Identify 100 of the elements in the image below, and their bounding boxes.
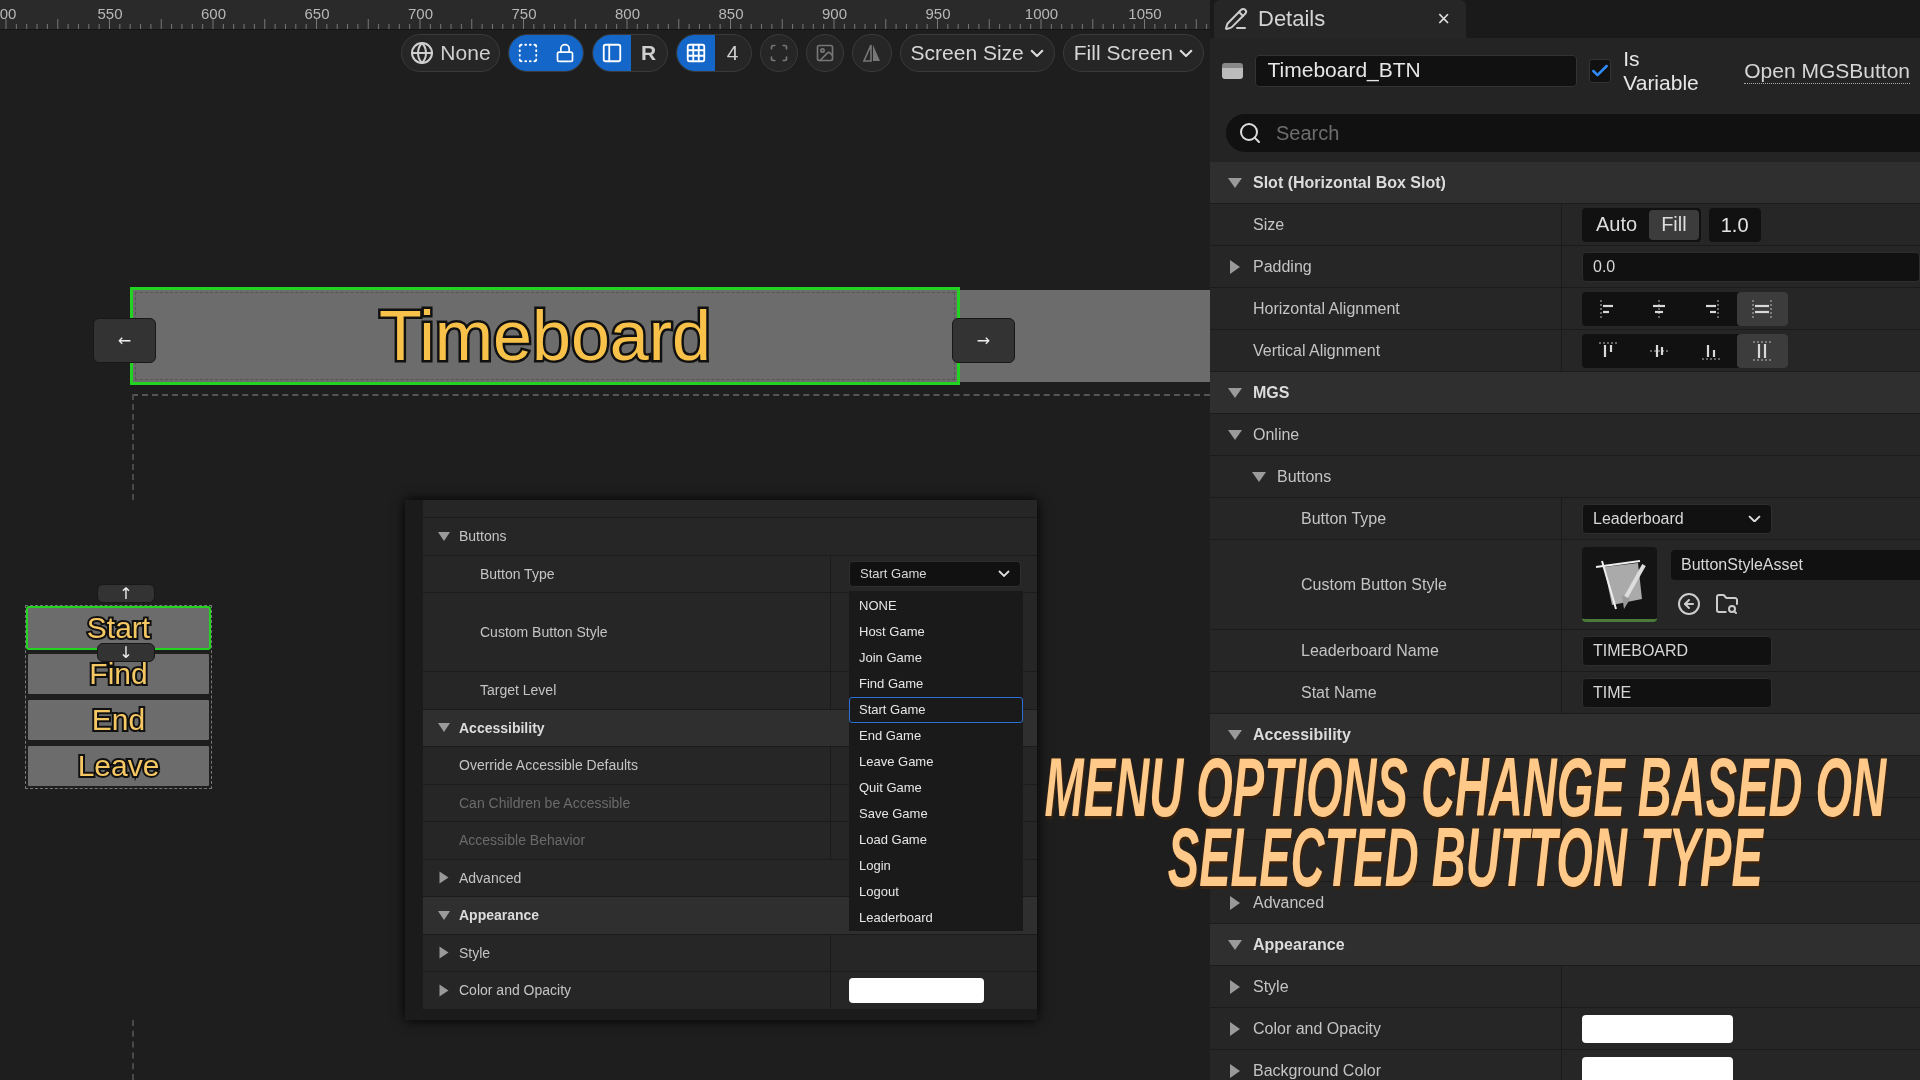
size-option[interactable]: Auto bbox=[1584, 209, 1650, 240]
grid-size-button[interactable]: 4 bbox=[714, 35, 751, 71]
search-field[interactable]: Search bbox=[1226, 114, 1920, 152]
property-label: Can Children be Accessible bbox=[459, 794, 631, 811]
dropdown-option[interactable]: Logout bbox=[849, 878, 1023, 905]
size-option[interactable]: Fill bbox=[1649, 209, 1699, 240]
color-swatch[interactable] bbox=[1582, 1014, 1733, 1043]
close-button[interactable]: × bbox=[1431, 6, 1456, 32]
browse-icon[interactable] bbox=[1715, 592, 1739, 616]
dropdown-option[interactable]: Leave Game bbox=[849, 748, 1023, 775]
section-header: Advanced bbox=[1253, 893, 1325, 912]
collapse-arrow-icon[interactable] bbox=[438, 723, 450, 733]
checkbox[interactable] bbox=[1588, 59, 1612, 83]
dropdown-option[interactable]: Save Game bbox=[849, 800, 1023, 827]
globe-icon bbox=[410, 41, 435, 65]
asset-name-field[interactable]: ButtonStyleAsset bbox=[1671, 550, 1920, 580]
tool-button[interactable] bbox=[546, 35, 583, 71]
dropdown-option[interactable]: Start Game bbox=[849, 696, 1023, 723]
property-label: Custom Button Style bbox=[1301, 575, 1447, 594]
fill-value-field[interactable]: 1.0 bbox=[1708, 207, 1761, 242]
collapse-arrow-icon[interactable] bbox=[1228, 429, 1242, 440]
collapse-arrow-icon[interactable] bbox=[1228, 939, 1242, 950]
dropdown-option[interactable]: Leaderboard bbox=[849, 904, 1023, 931]
dropdown-option[interactable]: NONE bbox=[849, 592, 1023, 619]
fill-width-icon bbox=[1751, 298, 1774, 319]
text-field[interactable]: TIME bbox=[1582, 677, 1772, 708]
dropdown-option[interactable]: End Game bbox=[849, 722, 1023, 749]
section-header: Advanced bbox=[459, 869, 522, 886]
expand-arrow-icon[interactable] bbox=[439, 946, 449, 959]
alignment-button[interactable] bbox=[1736, 333, 1788, 368]
property-label: Button Type bbox=[480, 565, 555, 582]
use-selected-icon[interactable] bbox=[1677, 592, 1701, 616]
property-label: Custom Button Style bbox=[480, 624, 608, 640]
collapse-arrow-icon[interactable] bbox=[1252, 471, 1266, 482]
alignment-button[interactable] bbox=[1736, 291, 1788, 326]
text-field[interactable]: 0.0 bbox=[1582, 251, 1920, 282]
ruler-label: 550 bbox=[97, 5, 123, 22]
tool-button[interactable]: R bbox=[630, 35, 667, 71]
fit-icon bbox=[768, 43, 789, 63]
fill-mode-dropdown[interactable]: Fill Screen bbox=[1062, 34, 1204, 72]
tab-title: Details bbox=[1258, 6, 1327, 32]
move-left-button[interactable]: ← bbox=[93, 318, 156, 363]
grid-snap-button[interactable] bbox=[676, 35, 715, 71]
collapse-arrow-icon[interactable] bbox=[1228, 387, 1242, 398]
dropdown-option[interactable]: Login bbox=[849, 852, 1023, 879]
expand-arrow-icon[interactable] bbox=[1230, 895, 1240, 910]
move-right-button[interactable]: → bbox=[952, 318, 1015, 363]
open-link[interactable]: Open MGSButton bbox=[1744, 58, 1910, 84]
asset-thumbnail[interactable] bbox=[1582, 547, 1657, 622]
marquee-select-icon bbox=[516, 42, 539, 64]
ruler-label: 850 bbox=[718, 5, 744, 22]
expand-arrow-icon[interactable] bbox=[1230, 1021, 1240, 1036]
section-header: Accessibility bbox=[1253, 725, 1351, 744]
expand-arrow-icon[interactable] bbox=[1230, 259, 1240, 274]
widget-name-field[interactable]: Timeboard_BTN bbox=[1254, 55, 1577, 87]
search-input[interactable]: Search bbox=[1274, 120, 1920, 146]
section-header: MGS bbox=[1253, 383, 1290, 402]
checkbox-label: Is Variable bbox=[1623, 47, 1700, 95]
move-down-button[interactable]: ↓ bbox=[97, 643, 155, 662]
dropdown-option[interactable]: Load Game bbox=[849, 826, 1023, 853]
text-field[interactable]: TIMEBOARD bbox=[1582, 635, 1772, 666]
tool-button[interactable] bbox=[592, 35, 631, 71]
layout-icon bbox=[600, 42, 623, 64]
mirror-icon bbox=[860, 42, 883, 64]
property-label: Style bbox=[459, 944, 491, 961]
chevron-down-icon bbox=[998, 570, 1010, 578]
color-swatch[interactable] bbox=[849, 977, 984, 1003]
property-label: Horizontal Alignment bbox=[1253, 299, 1400, 318]
collapse-arrow-icon[interactable] bbox=[1228, 729, 1242, 740]
details-tab[interactable]: Details × bbox=[1214, 0, 1466, 38]
expand-arrow-icon[interactable] bbox=[439, 871, 449, 884]
expand-arrow-icon[interactable] bbox=[439, 984, 449, 997]
dropdown-option[interactable]: Quit Game bbox=[849, 774, 1023, 801]
select-dropdown[interactable]: Start Game bbox=[849, 560, 1021, 587]
dropdown-option[interactable]: Join Game bbox=[849, 644, 1023, 671]
dropdown-option[interactable]: Host Game bbox=[849, 618, 1023, 645]
expand-arrow-icon[interactable] bbox=[1230, 979, 1240, 994]
collapse-arrow-icon[interactable] bbox=[438, 531, 450, 541]
collapse-arrow-icon[interactable] bbox=[438, 910, 450, 920]
property-label: Leaderboard Name bbox=[1301, 641, 1439, 660]
ruler-label: 800 bbox=[615, 5, 640, 22]
property-label: Target Level bbox=[480, 682, 557, 699]
chevron-down-icon bbox=[1179, 48, 1193, 58]
screen-size-dropdown[interactable]: Screen Size bbox=[899, 34, 1055, 72]
edit-icon bbox=[1224, 7, 1248, 31]
property-label: Size bbox=[1253, 215, 1285, 234]
section-header: Appearance bbox=[1253, 935, 1345, 954]
select-dropdown[interactable]: Leaderboard bbox=[1582, 503, 1772, 534]
chevron-down-icon bbox=[1029, 48, 1044, 58]
dropdown-option[interactable]: Find Game bbox=[849, 670, 1023, 697]
tool-button[interactable] bbox=[508, 35, 547, 71]
collapse-arrow-icon[interactable] bbox=[1228, 177, 1242, 188]
widget-icon bbox=[1222, 63, 1243, 79]
ruler-label: 1000 bbox=[1024, 5, 1059, 22]
expand-arrow-icon[interactable] bbox=[1230, 1063, 1240, 1078]
caption-text: MENU OPTIONS CHANGE BASED ON bbox=[1044, 752, 1886, 822]
image-icon bbox=[814, 43, 835, 63]
move-up-button[interactable]: ↑ bbox=[97, 584, 155, 603]
color-swatch[interactable] bbox=[1582, 1056, 1733, 1080]
preview-button[interactable]: None bbox=[402, 35, 499, 71]
